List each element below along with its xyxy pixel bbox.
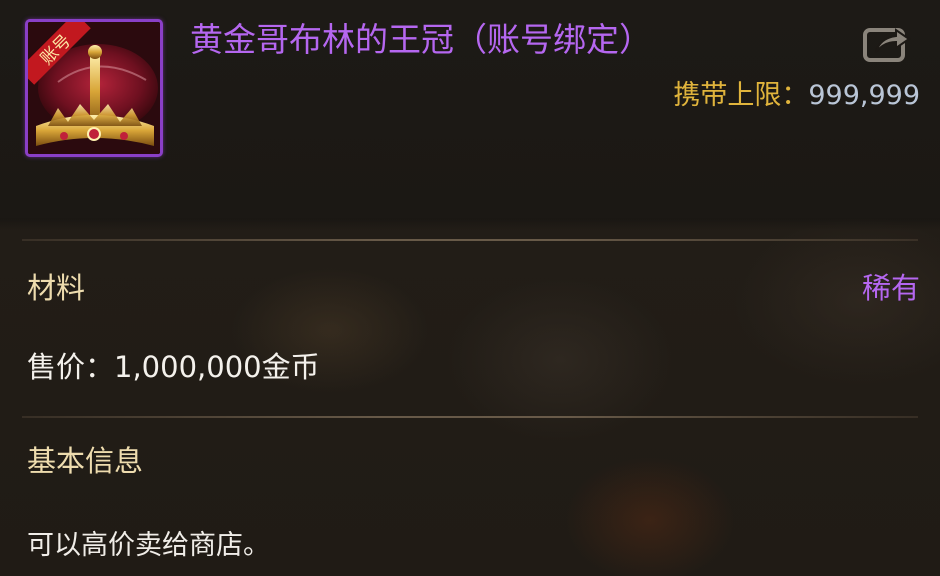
item-header: 账号 黄金哥布林的王冠（账号绑定） 携带上限：999,999	[0, 0, 940, 218]
sell-price: 售价：1,000,000金币	[27, 350, 320, 384]
divider	[22, 239, 918, 241]
basic-info-title: 基本信息	[27, 444, 144, 478]
item-name: 黄金哥布林的王冠（账号绑定）	[190, 20, 652, 59]
divider	[22, 416, 918, 418]
carry-limit-value: 999,999	[808, 80, 920, 111]
share-button[interactable]	[862, 24, 914, 64]
carry-limit-label: 携带上限：	[673, 80, 809, 111]
item-description: 可以高价卖给商店。	[27, 530, 270, 561]
item-type: 材料	[27, 271, 86, 305]
item-tooltip-panel: 账号 黄金哥布林的王冠（账号绑定） 携带上限：999,999 材料 稀有 售价：…	[0, 0, 940, 576]
golden-goblin-crown-icon: 账号	[28, 22, 160, 154]
carry-limit: 携带上限：999,999	[673, 78, 920, 114]
item-rarity: 稀有	[861, 271, 920, 305]
item-icon-frame[interactable]: 账号	[25, 19, 163, 157]
share-export-icon	[863, 28, 911, 62]
